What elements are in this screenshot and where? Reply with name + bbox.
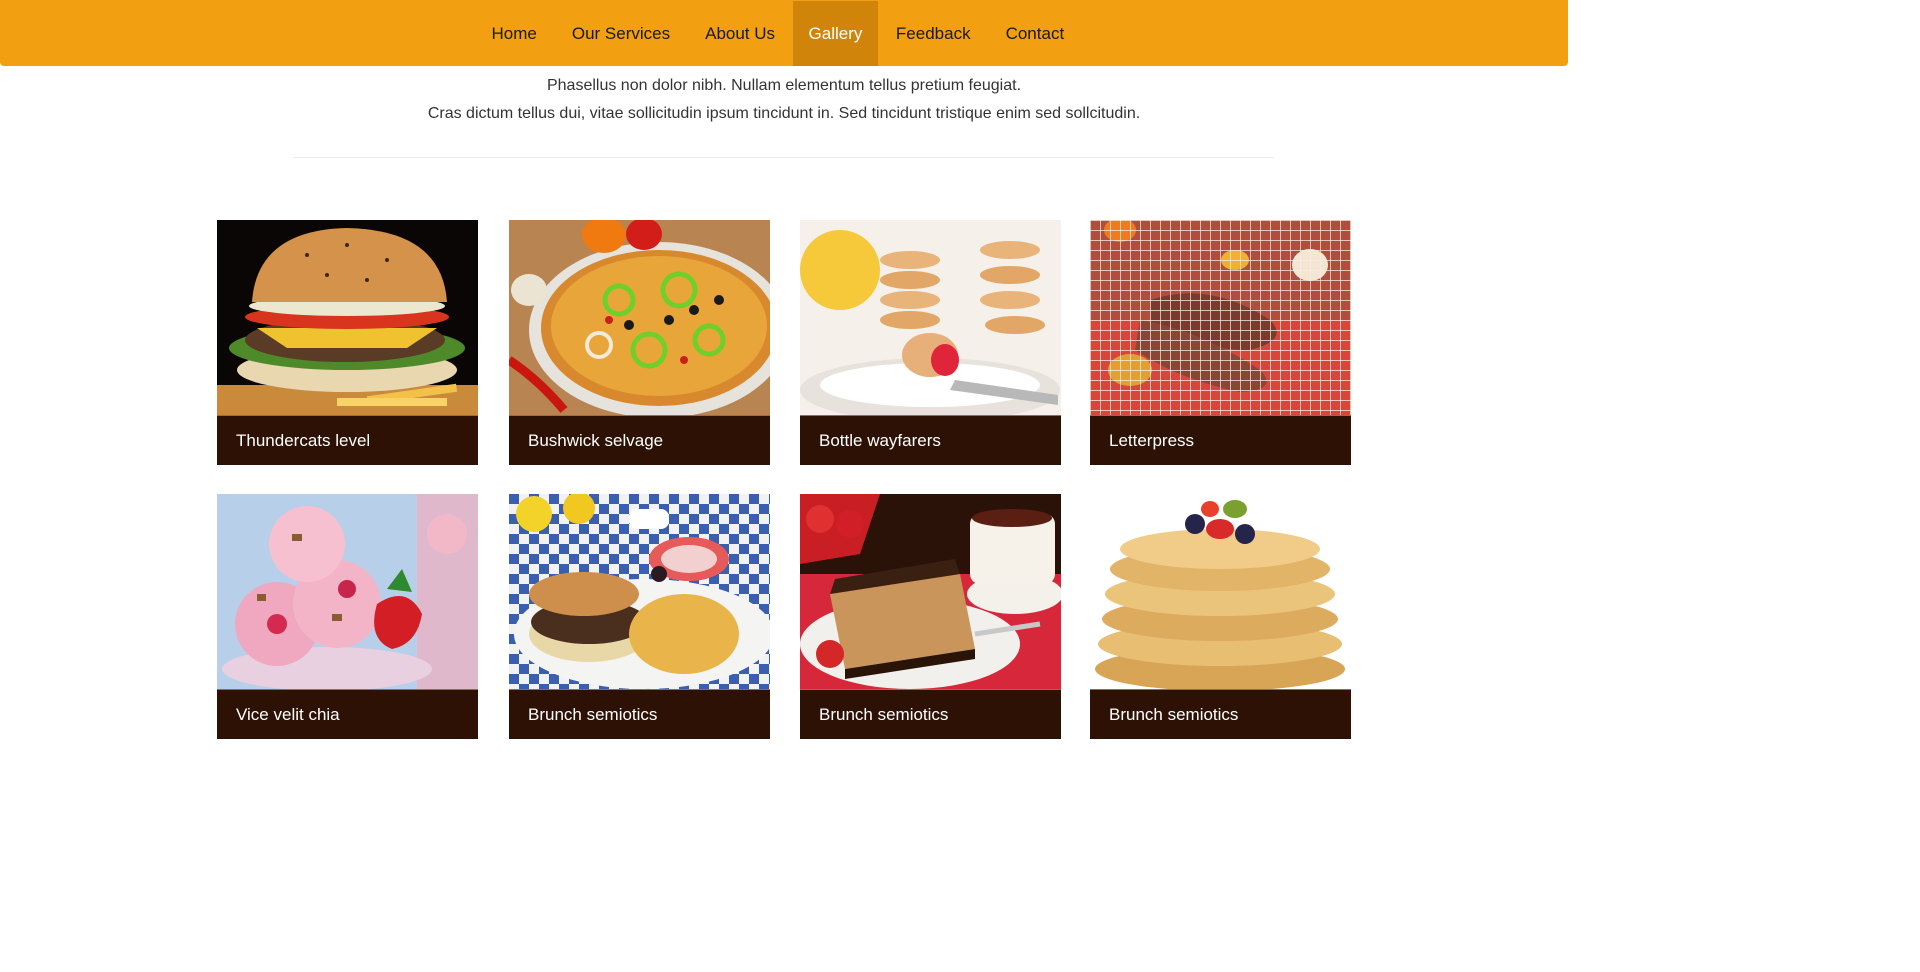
gallery-item[interactable]: Brunch semiotics: [800, 494, 1061, 739]
nav-item-contact[interactable]: Contact: [988, 1, 1082, 66]
gallery-item-caption: Brunch semiotics: [1090, 689, 1351, 739]
gallery-item-caption: Brunch semiotics: [509, 689, 770, 739]
section-divider: [293, 157, 1274, 158]
top-navigation-bar: Home Our Services About Us Gallery Feedb…: [0, 0, 1568, 66]
gallery-item-caption: Letterpress: [1090, 415, 1351, 465]
gallery-item-caption: Brunch semiotics: [800, 689, 1061, 739]
pancake-stack-photo: [1090, 494, 1351, 689]
cheesecake-photo: [800, 494, 1061, 689]
nav-item-about-us[interactable]: About Us: [688, 1, 793, 66]
ice-cream-photo: [217, 494, 478, 689]
gallery-item[interactable]: Vice velit chia: [217, 494, 478, 739]
nav-item-our-services[interactable]: Our Services: [554, 1, 687, 66]
gallery-item[interactable]: Thundercats level: [217, 220, 478, 465]
burger-photo: [217, 220, 478, 415]
gallery-item[interactable]: Brunch semiotics: [1090, 494, 1351, 739]
gallery-intro-text: Phasellus non dolor nibh. Nullam element…: [0, 72, 1568, 128]
grilled-meat-photo: [1090, 220, 1351, 415]
mini-pancakes-photo: [800, 220, 1061, 415]
gallery-item-caption: Bushwick selvage: [509, 415, 770, 465]
gallery-item-caption: Thundercats level: [217, 415, 478, 465]
gallery-grid: Thundercats level Bushwick selvage Bottl…: [217, 220, 1351, 740]
gallery-item[interactable]: Bushwick selvage: [509, 220, 770, 465]
gallery-item-caption: Vice velit chia: [217, 689, 478, 739]
nav-item-gallery[interactable]: Gallery: [792, 1, 879, 66]
gallery-item-caption: Bottle wayfarers: [800, 415, 1061, 465]
nav-item-feedback[interactable]: Feedback: [878, 1, 988, 66]
gallery-item[interactable]: Bottle wayfarers: [800, 220, 1061, 465]
pizza-photo: [509, 220, 770, 415]
nav-menu: Home Our Services About Us Gallery Feedb…: [474, 1, 1082, 66]
burger-plate-photo: [509, 494, 770, 689]
intro-line-2: Cras dictum tellus dui, vitae sollicitud…: [427, 105, 1141, 122]
gallery-item[interactable]: Brunch semiotics: [509, 494, 770, 739]
nav-item-home[interactable]: Home: [474, 1, 554, 66]
intro-line-1: Phasellus non dolor nibh. Nullam element…: [546, 77, 1022, 94]
gallery-item[interactable]: Letterpress: [1090, 220, 1351, 465]
